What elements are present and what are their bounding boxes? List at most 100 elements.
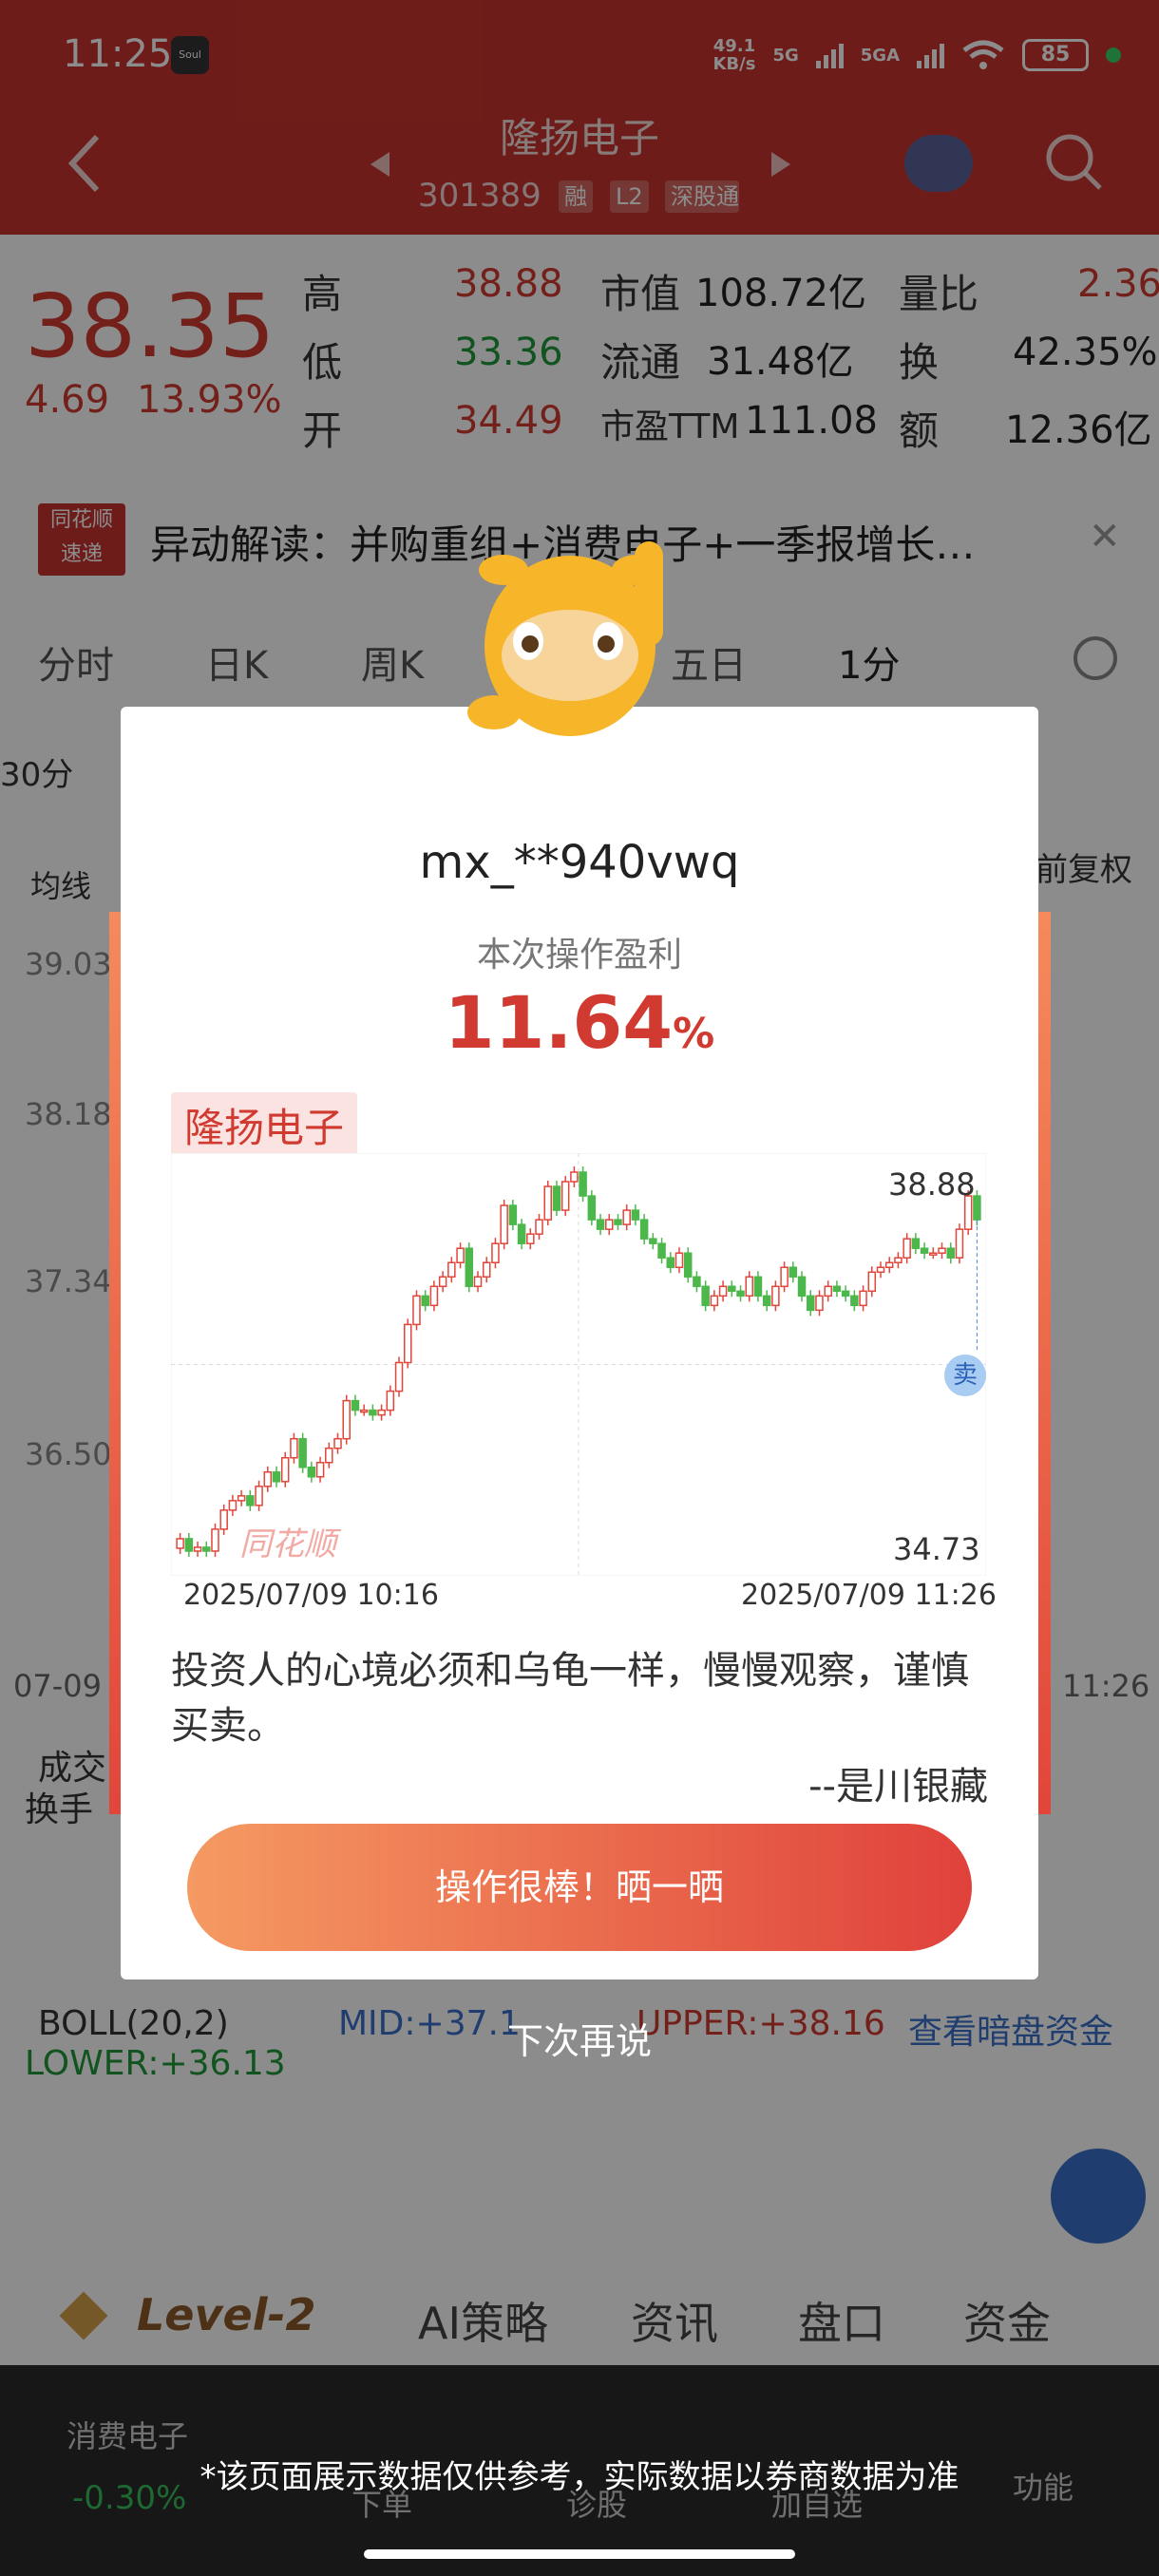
stock-name-tag: 隆扬电子	[171, 1092, 358, 1158]
disclaimer-text: *该页面展示数据仅供参考，实际数据以券商数据为准	[200, 2458, 960, 2496]
candle-body	[184, 1538, 194, 1552]
candle-body	[649, 1238, 657, 1244]
candle-body	[447, 1261, 456, 1279]
candle-body	[315, 1462, 325, 1478]
candle-body	[290, 1437, 298, 1459]
candle-body	[736, 1290, 745, 1297]
candle-body	[473, 1276, 483, 1288]
candle-body	[710, 1295, 719, 1307]
candle-body	[587, 1195, 597, 1221]
candle-body	[359, 1409, 369, 1413]
candle-body	[657, 1242, 666, 1259]
candle-body	[342, 1399, 351, 1440]
candle-body	[920, 1247, 929, 1254]
candle-body	[298, 1437, 307, 1468]
card-decor-right	[1037, 912, 1051, 1814]
candle-body	[560, 1181, 570, 1211]
candle-body	[832, 1285, 842, 1293]
candle-body	[728, 1285, 736, 1293]
candle-body	[902, 1238, 911, 1259]
candle-body	[491, 1242, 500, 1263]
mascot-cow-icon	[467, 541, 663, 736]
candle-body	[508, 1204, 518, 1225]
candle-body	[929, 1252, 938, 1256]
candle-body	[456, 1247, 465, 1263]
candle-body	[394, 1361, 404, 1392]
candle-body	[543, 1185, 552, 1221]
candle-body	[955, 1228, 964, 1259]
candle-body	[807, 1295, 815, 1312]
candle-body	[482, 1261, 491, 1279]
candle-body	[351, 1399, 360, 1411]
candle-body	[693, 1276, 701, 1288]
candle-body	[771, 1285, 780, 1307]
candle-body	[683, 1252, 693, 1279]
candle-body	[876, 1266, 885, 1274]
candle-body	[228, 1500, 238, 1511]
candle-body	[176, 1538, 184, 1549]
candle-body	[237, 1495, 246, 1502]
candle-body	[894, 1257, 902, 1263]
candle-body	[614, 1219, 622, 1225]
watermark-logo: 同花顺	[239, 1525, 336, 1563]
candle-body	[850, 1295, 859, 1307]
candle-body	[579, 1171, 587, 1197]
candle-body	[307, 1467, 316, 1478]
candle-body	[412, 1295, 421, 1326]
quote-author: --是川银藏	[808, 1765, 988, 1809]
profit-label: 本次操作盈利	[476, 936, 682, 975]
candle-body	[718, 1285, 728, 1297]
investment-quote: 投资人的心境必须和乌龟一样，慢慢观察，谨慎买卖。	[171, 1649, 969, 1748]
end-time: 2025/07/09 11:26	[741, 1579, 997, 1612]
candle-body	[824, 1285, 832, 1297]
candle-body	[745, 1276, 753, 1297]
candle-body	[674, 1252, 684, 1269]
candle-body	[369, 1409, 377, 1416]
candle-body	[788, 1266, 798, 1279]
candle-body	[596, 1219, 605, 1230]
candle-body	[272, 1471, 281, 1483]
candle-body	[404, 1323, 412, 1364]
candle-body	[780, 1266, 788, 1288]
home-indicator[interactable]	[364, 2549, 795, 2559]
candle-body	[263, 1471, 273, 1487]
sell-marker: 卖	[944, 1354, 986, 1396]
candle-body	[500, 1204, 508, 1244]
candle-body	[753, 1276, 763, 1297]
candle-body	[211, 1528, 219, 1552]
candle-body	[438, 1276, 447, 1288]
candle-body	[639, 1219, 649, 1240]
candle-body	[762, 1295, 771, 1307]
dismiss-button[interactable]: 下次再说	[0, 2012, 1159, 2064]
candle-body	[570, 1171, 579, 1183]
candle-body	[797, 1276, 807, 1297]
candle-body	[622, 1209, 631, 1225]
candle-body	[465, 1247, 474, 1288]
candle-body	[325, 1447, 333, 1464]
candle-body	[666, 1257, 675, 1269]
candle-body	[333, 1437, 342, 1449]
chart-high-label: 38.88	[888, 1166, 976, 1203]
candle-body	[255, 1486, 263, 1506]
candle-body	[859, 1290, 867, 1307]
candle-body	[631, 1209, 640, 1221]
candle-body	[517, 1223, 526, 1244]
start-time: 2025/07/09 10:16	[183, 1579, 439, 1612]
candle-body	[526, 1233, 535, 1244]
candle-body	[246, 1495, 255, 1506]
candle-body	[552, 1185, 561, 1211]
candle-body	[377, 1409, 386, 1416]
candle-body	[535, 1219, 543, 1235]
profit-value: 11.64%	[444, 980, 715, 1065]
candle-body	[841, 1290, 850, 1297]
share-button[interactable]: 操作很棒！晒一晒	[187, 1824, 972, 1951]
candle-body	[429, 1285, 439, 1307]
candle-body	[911, 1238, 921, 1249]
candle-body	[386, 1390, 395, 1411]
candle-body	[219, 1509, 228, 1530]
username: mx_**940vwq	[419, 836, 740, 889]
candle-body	[280, 1456, 290, 1483]
candle-body	[421, 1295, 429, 1307]
candle-body	[605, 1219, 614, 1230]
candle-body	[701, 1285, 710, 1307]
